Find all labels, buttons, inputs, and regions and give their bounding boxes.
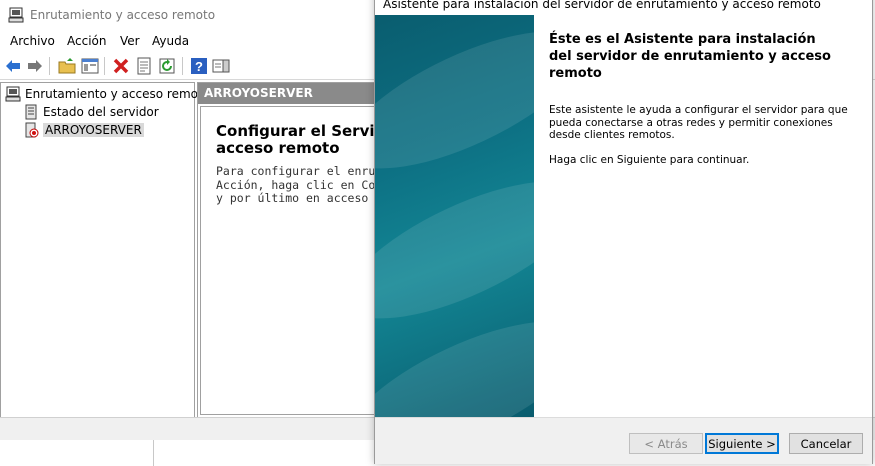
setup-wizard-dialog: Asistente para instalación del servidor … [374,0,873,464]
tree-root[interactable]: Enrutamiento y acceso remoto [5,85,210,102]
tree-item-label: ARROYOSERVER [43,122,144,137]
details-heading-line: Configurar el Servido [216,122,389,140]
tree-item-arroyoserver[interactable]: ARROYOSERVER [23,121,144,138]
banner-wave [375,154,534,346]
menu-ayuda[interactable]: Ayuda [152,34,189,48]
next-button[interactable]: Siguiente > [705,433,779,454]
forward-icon[interactable] [26,57,44,75]
wizard-side-banner [375,15,534,417]
bottom-divider [153,440,154,466]
up-folder-icon[interactable] [58,57,76,75]
wizard-instruction: Haga clic en Siguiente para continuar. [549,154,750,166]
refresh-icon[interactable] [158,57,176,75]
delete-icon[interactable] [112,57,130,75]
svg-text:?: ? [195,59,203,74]
details-text-line: y por último en acceso remo [216,191,389,205]
show-hide-tree-icon[interactable] [81,57,99,75]
menu-ver[interactable]: Ver [120,34,140,48]
back-button[interactable]: < Atrás [629,433,703,454]
details-text-line: Para configurar el enrutamie [216,164,388,178]
wizard-title: Asistente para instalación del servidor … [383,0,821,11]
routing-service-icon [5,86,21,101]
properties-icon[interactable] [135,57,153,75]
tree-item-estado[interactable]: Estado del servidor [23,103,159,120]
show-action-pane-icon[interactable] [212,57,230,75]
details-instructions: Para configurar el enrutamie Acción, hag… [216,164,389,206]
back-icon[interactable] [4,57,22,75]
wizard-heading: Éste es el Asistente para instalación de… [549,32,831,81]
server-stopped-icon [25,122,39,137]
toolbar-separator [104,57,105,75]
server-status-icon [25,104,37,119]
cancel-button[interactable]: Cancelar [789,433,863,454]
window-title: Enrutamiento y acceso remoto [30,8,216,22]
tree-item-label: Estado del servidor [43,104,159,119]
console-tree: Enrutamiento y acceso remoto Estado del … [0,82,210,418]
routing-app-icon [8,7,24,23]
menu-archivo[interactable]: Archivo [10,34,55,48]
details-text-line: Acción, haga clic en Configu [216,177,388,192]
banner-wave [375,15,534,196]
wizard-footer: < Atrás Siguiente > Cancelar [375,417,872,464]
toolbar-separator [182,57,183,75]
help-icon[interactable]: ? [190,57,208,75]
tree-root-label: Enrutamiento y acceso remoto [25,86,211,101]
details-heading: Configurar el Servido acceso remoto [216,122,389,157]
toolbar-separator [49,57,50,75]
details-heading-line: acceso remoto [216,139,340,157]
details-header: ARROYOSERVER [198,83,388,104]
wizard-description: Este asistente le ayuda a configurar el … [549,104,848,141]
details-pane: ARROYOSERVER Configurar el Servido acces… [197,82,389,418]
menu-accion[interactable]: Acción [67,34,106,48]
